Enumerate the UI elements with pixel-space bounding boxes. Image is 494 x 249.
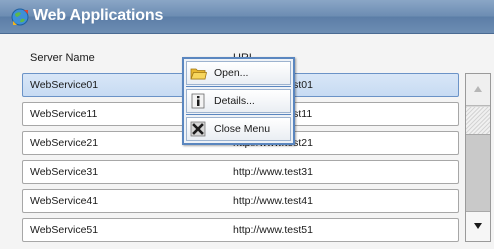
table-row[interactable]: WebService41 http://www.test41 <box>22 189 459 213</box>
menu-divider <box>186 114 291 115</box>
scroll-thumb[interactable] <box>466 107 490 135</box>
menu-item-details[interactable]: Details... <box>186 89 291 113</box>
server-name-cell: WebService21 <box>30 137 99 149</box>
scroll-track[interactable] <box>466 135 490 211</box>
server-name-cell: WebService51 <box>30 224 99 236</box>
context-menu: Open... Details... Close Menu <box>182 57 295 145</box>
table-row[interactable]: WebService31 http://www.test31 <box>22 160 459 184</box>
globe-app-icon <box>11 8 29 26</box>
scroll-up-icon <box>474 86 482 92</box>
menu-label-open: Open... <box>214 67 249 79</box>
info-icon <box>190 93 207 109</box>
menu-divider <box>186 86 291 87</box>
menu-item-close-menu[interactable]: Close Menu <box>186 117 291 141</box>
url-cell: http://www.test31 <box>233 166 313 178</box>
menu-item-open[interactable]: Open... <box>186 61 291 85</box>
folder-icon <box>190 65 208 81</box>
server-name-cell: WebService11 <box>30 108 98 120</box>
web-applications-window: Web Applications Server Name URL WebServ… <box>0 0 494 249</box>
vertical-scrollbar[interactable] <box>465 73 491 242</box>
window-title: Web Applications <box>33 7 164 24</box>
menu-label-details: Details... <box>214 95 255 107</box>
scroll-down-icon <box>474 223 482 229</box>
url-cell: http://www.test51 <box>233 224 313 236</box>
column-header-server-name[interactable]: Server Name <box>30 52 95 64</box>
close-icon <box>190 121 207 137</box>
server-name-cell: WebService31 <box>30 166 99 178</box>
scroll-down-button[interactable] <box>466 211 490 241</box>
menu-label-close-menu: Close Menu <box>214 123 271 135</box>
server-name-cell: WebService41 <box>30 195 99 207</box>
server-name-cell: WebService01 <box>30 79 99 91</box>
title-bar: Web Applications <box>0 0 494 34</box>
table-row[interactable]: WebService51 http://www.test51 <box>22 218 459 242</box>
scroll-up-button[interactable] <box>466 74 490 106</box>
url-cell: http://www.test41 <box>233 195 313 207</box>
